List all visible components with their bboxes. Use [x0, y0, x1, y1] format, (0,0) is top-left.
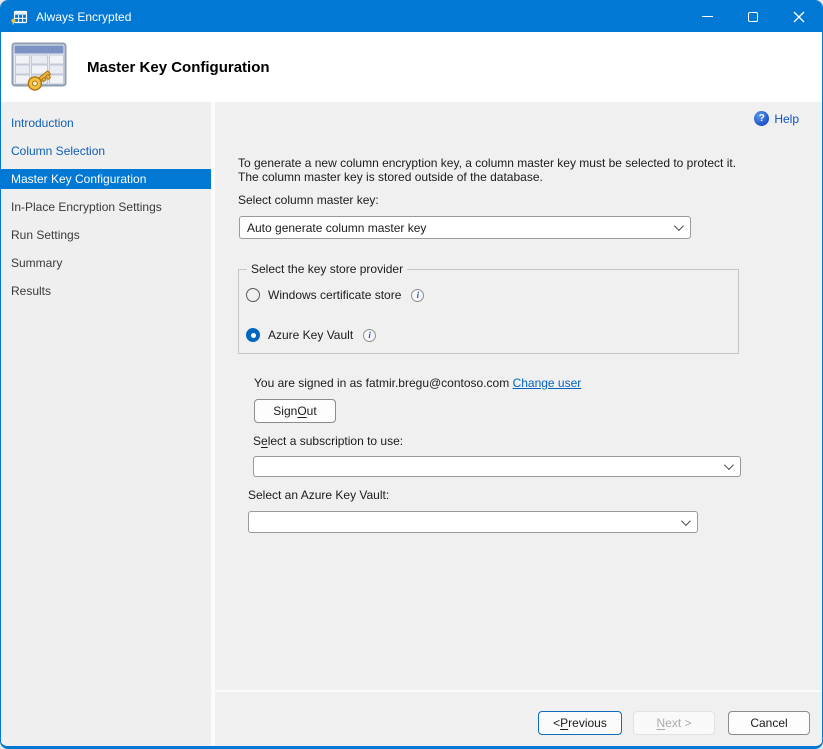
signed-in-text: You are signed in as fatmir.bregu@contos…	[254, 376, 509, 390]
close-button[interactable]	[776, 1, 822, 32]
key-store-provider-legend: Select the key store provider	[247, 262, 407, 276]
subscription-dropdown[interactable]	[253, 456, 741, 477]
title-bar: Always Encrypted	[1, 1, 822, 32]
window-title: Always Encrypted	[36, 10, 131, 24]
previous-label-post: revious	[568, 716, 607, 730]
close-icon	[793, 11, 805, 23]
wizard-step-sidebar: Introduction Column Selection Master Key…	[1, 102, 211, 746]
window-controls	[684, 1, 822, 32]
help-icon: ?	[754, 111, 769, 126]
next-label-post: ext >	[665, 716, 691, 730]
sign-out-button[interactable]: Sign Out	[254, 399, 336, 423]
cancel-button[interactable]: Cancel	[728, 711, 810, 735]
sidebar-item-introduction[interactable]: Introduction	[1, 113, 211, 133]
next-label-key: N	[656, 716, 665, 730]
radio-label-windows-certificate-store: Windows certificate store	[268, 288, 401, 302]
maximize-button[interactable]	[730, 1, 776, 32]
sidebar-item-column-selection[interactable]: Column Selection	[1, 141, 211, 161]
subscription-label: Select a subscription to use:	[253, 434, 403, 448]
table-key-icon	[11, 41, 69, 93]
minimize-icon	[702, 16, 713, 17]
radio-option-windows-certificate-store[interactable]: Windows certificate store i	[246, 288, 424, 302]
maximize-icon	[748, 12, 758, 22]
sign-out-label-key: O	[297, 404, 306, 418]
previous-label-pre: <	[553, 716, 560, 730]
signed-in-status: You are signed in as fatmir.bregu@contos…	[254, 376, 581, 390]
cmk-dropdown[interactable]: Auto generate column master key	[239, 216, 691, 239]
sign-out-label-post: ut	[307, 404, 317, 418]
sidebar-item-results[interactable]: Results	[1, 281, 211, 301]
change-user-link[interactable]: Change user	[513, 376, 582, 390]
sidebar-item-in-place-encryption-settings[interactable]: In-Place Encryption Settings	[1, 197, 211, 217]
next-button[interactable]: Next >	[633, 711, 715, 735]
akv-label: Select an Azure Key Vault:	[248, 488, 389, 502]
radio-unchecked-icon[interactable]	[246, 288, 260, 302]
page-title: Master Key Configuration	[87, 59, 270, 76]
cmk-dropdown-value: Auto generate column master key	[247, 221, 674, 235]
sign-out-label-pre: Sign	[273, 404, 297, 418]
info-icon[interactable]: i	[363, 329, 376, 342]
app-icon	[11, 9, 28, 25]
info-icon[interactable]: i	[411, 289, 424, 302]
always-encrypted-window: Always Encrypted	[0, 0, 823, 749]
cmk-label: Select column master key:	[238, 193, 379, 207]
chevron-down-icon	[681, 516, 691, 526]
chevron-down-icon	[674, 221, 684, 231]
help-label: Help	[774, 112, 799, 126]
sidebar-item-run-settings[interactable]: Run Settings	[1, 225, 211, 245]
description-text: To generate a new column encryption key,…	[238, 156, 740, 184]
radio-label-azure-key-vault: Azure Key Vault	[268, 328, 353, 342]
previous-label-key: P	[560, 716, 568, 730]
sidebar-item-master-key-configuration[interactable]: Master Key Configuration	[1, 169, 211, 189]
previous-button[interactable]: < Previous	[538, 711, 622, 735]
radio-option-azure-key-vault[interactable]: Azure Key Vault i	[246, 328, 376, 342]
chevron-down-icon	[724, 460, 734, 470]
akv-dropdown[interactable]	[248, 511, 698, 533]
page-header: Master Key Configuration	[1, 32, 822, 102]
minimize-button[interactable]	[684, 1, 730, 32]
sidebar-item-summary[interactable]: Summary	[1, 253, 211, 273]
help-link[interactable]: ? Help	[754, 111, 799, 126]
radio-checked-icon[interactable]	[246, 328, 260, 342]
key-store-provider-group: Select the key store provider Windows ce…	[238, 269, 739, 354]
footer-divider	[215, 690, 822, 692]
